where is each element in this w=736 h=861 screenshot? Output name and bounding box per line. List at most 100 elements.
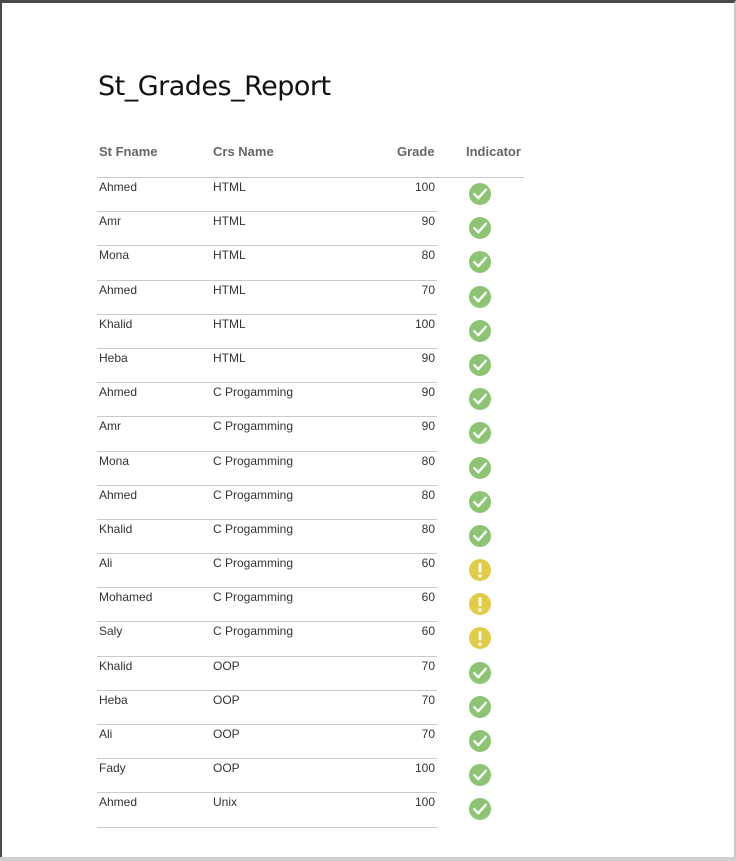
student-first-name: Saly [99,624,123,639]
table-row: Ali C Progamming 60 [97,554,524,589]
report-title: St_Grades_Report [98,71,331,102]
course-name: C Progamming [213,453,294,468]
course-name: OOP [213,658,240,673]
grade-value: 90 [421,214,435,229]
table-row: Amr C Progamming 90 [97,417,524,452]
course-name: C Progamming [213,487,294,502]
check-icon [469,353,491,376]
grade-value: 100 [414,761,435,776]
table-row: Ahmed C Progamming 90 [97,383,524,418]
check-icon [469,217,491,240]
course-name: C Progamming [213,556,294,571]
course-name: C Progamming [213,624,294,639]
course-name: HTML [213,316,246,331]
grade-value: 70 [421,658,435,673]
course-name: C Progamming [213,521,294,536]
grade-value: 100 [414,316,435,331]
grade-value: 100 [414,795,435,810]
course-name: HTML [213,350,246,365]
table-row: Ahmed HTML 70 [97,281,524,315]
student-first-name: Ahmed [99,795,138,810]
grade-value: 80 [421,248,435,263]
student-first-name: Khalid [99,316,133,331]
course-name: HTML [213,180,246,194]
table-row: Saly C Progamming 60 [97,622,524,657]
student-first-name: Fady [99,761,126,776]
grade-value: 70 [421,282,435,297]
check-icon [469,764,491,787]
table-row: Heba OOP 70 [97,691,524,725]
table-row: Ahmed Unix 100 [97,793,524,828]
table-row: Ali OOP 70 [97,725,524,760]
check-icon [469,285,491,308]
course-name: HTML [213,282,246,297]
check-icon [469,422,491,445]
table-row: Khalid C Progamming 80 [97,520,524,555]
table-row: Ahmed C Progamming 80 [97,486,524,520]
warning-icon [469,627,491,650]
check-icon [469,730,491,752]
grade-value: 60 [421,556,435,571]
student-first-name: Khalid [99,521,133,536]
page-edge [0,857,736,861]
check-icon [469,661,491,684]
course-name: Unix [213,795,238,810]
grade-value: 80 [421,487,435,502]
course-name: OOP [213,761,240,776]
student-first-name: Ali [99,556,113,571]
grade-value: 100 [414,180,435,194]
course-name: C Progamming [213,590,294,605]
table-row: Mona C Progamming 80 [97,452,524,486]
grades-table-body: Ahmed HTML 100 Amr HTML 90 Mona HTML 80 Ahmed HTML… [97,178,524,828]
table-row: Heba HTML 90 [97,349,524,384]
table-row: Khalid OOP 70 [97,657,524,691]
student-first-name: Amr [99,419,121,434]
check-icon [469,798,491,821]
course-name: OOP [213,692,240,707]
warning-icon [469,559,491,582]
student-first-name: Heba [99,350,128,365]
grade-value: 90 [421,350,435,365]
student-first-name: Amr [99,214,121,229]
student-first-name: Khalid [99,658,133,673]
table-row: Mohamed C Progamming 60 [97,588,524,623]
check-icon [469,695,491,718]
student-first-name: Mona [99,248,130,263]
check-icon [469,456,491,479]
student-first-name: Ali [99,727,113,741]
column-header-course: Crs Name [213,144,274,159]
student-first-name: Mohamed [99,590,153,605]
column-header-indicator: Indicator [466,144,521,159]
warning-icon [469,593,491,616]
row-divider [97,826,437,828]
table-row: Amr HTML 90 [97,212,524,247]
student-first-name: Heba [99,692,128,707]
grade-value: 80 [421,453,435,468]
check-icon [469,183,491,205]
check-icon [469,319,491,342]
student-first-name: Ahmed [99,282,138,297]
column-header-fname: St Fname [99,144,158,159]
grade-value: 70 [421,727,435,741]
student-first-name: Ahmed [99,180,138,194]
student-first-name: Ahmed [99,487,138,502]
table-row: Mona HTML 80 [97,246,524,281]
student-first-name: Ahmed [99,385,138,400]
table-row: Ahmed HTML 100 [97,178,524,213]
course-name: OOP [213,727,240,741]
grade-value: 60 [421,624,435,639]
course-name: HTML [213,214,246,229]
check-icon [469,251,491,274]
student-first-name: Mona [99,453,130,468]
course-name: HTML [213,248,246,263]
course-name: C Progamming [213,385,294,400]
grade-value: 90 [421,419,435,434]
grade-value: 60 [421,590,435,605]
check-icon [469,524,491,547]
course-name: C Progamming [213,419,294,434]
check-icon [469,490,491,513]
grade-value: 70 [421,692,435,707]
table-row: Khalid HTML 100 [97,315,524,349]
check-icon [469,388,491,411]
grade-value: 80 [421,521,435,536]
